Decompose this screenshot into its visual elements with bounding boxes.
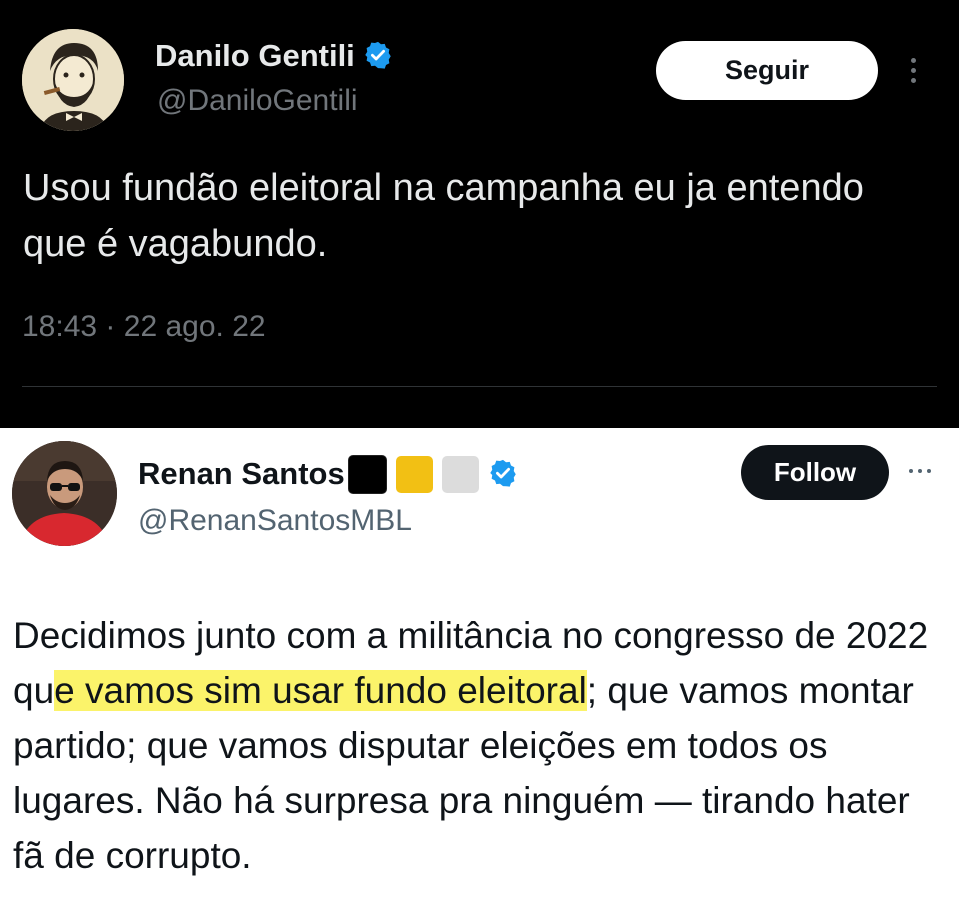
yellow-square-icon xyxy=(395,455,433,493)
avatar[interactable] xyxy=(12,441,117,546)
verified-badge-icon xyxy=(488,458,518,493)
follow-button[interactable]: Follow xyxy=(741,445,889,500)
name-row: Danilo Gentili xyxy=(155,36,393,76)
more-vertical-icon[interactable] xyxy=(911,58,916,83)
name-color-squares xyxy=(339,454,479,494)
white-square-icon xyxy=(441,455,479,493)
black-square-icon xyxy=(347,454,387,494)
tweet-text-highlight: e vamos sim usar fundo eleitoral xyxy=(54,670,587,711)
handle[interactable]: @RenanSantosMBL xyxy=(138,504,412,538)
tweet-date: 22 ago. 22 xyxy=(123,310,266,343)
tweet-text: Usou fundão eleitoral na campanha eu ja … xyxy=(23,167,864,265)
timestamp[interactable]: 18:43 · 22 ago. 22 xyxy=(22,310,266,344)
divider xyxy=(22,386,937,387)
display-name[interactable]: Renan Santos xyxy=(138,456,345,492)
follow-button[interactable]: Seguir xyxy=(656,41,878,100)
tweet-text: Decidimos junto com a militância no cong… xyxy=(13,608,943,883)
person-photo-icon xyxy=(12,441,117,546)
avatar[interactable] xyxy=(22,29,124,131)
more-horizontal-icon[interactable] xyxy=(909,469,931,473)
caricature-avatar-icon xyxy=(22,29,124,131)
display-name[interactable]: Danilo Gentili xyxy=(155,38,355,74)
tweet-renan-santos: Renan Santos @RenanSantosMBL Follow Deci… xyxy=(0,428,959,905)
handle[interactable]: @DaniloGentili xyxy=(157,84,358,118)
tweet-danilo-gentili: Danilo Gentili @DaniloGentili Seguir Uso… xyxy=(0,0,959,428)
verified-badge-icon xyxy=(363,40,393,75)
tweet-time: 18:43 xyxy=(22,310,98,343)
meta-separator: · xyxy=(105,310,116,343)
name-row: Renan Santos xyxy=(138,452,518,496)
